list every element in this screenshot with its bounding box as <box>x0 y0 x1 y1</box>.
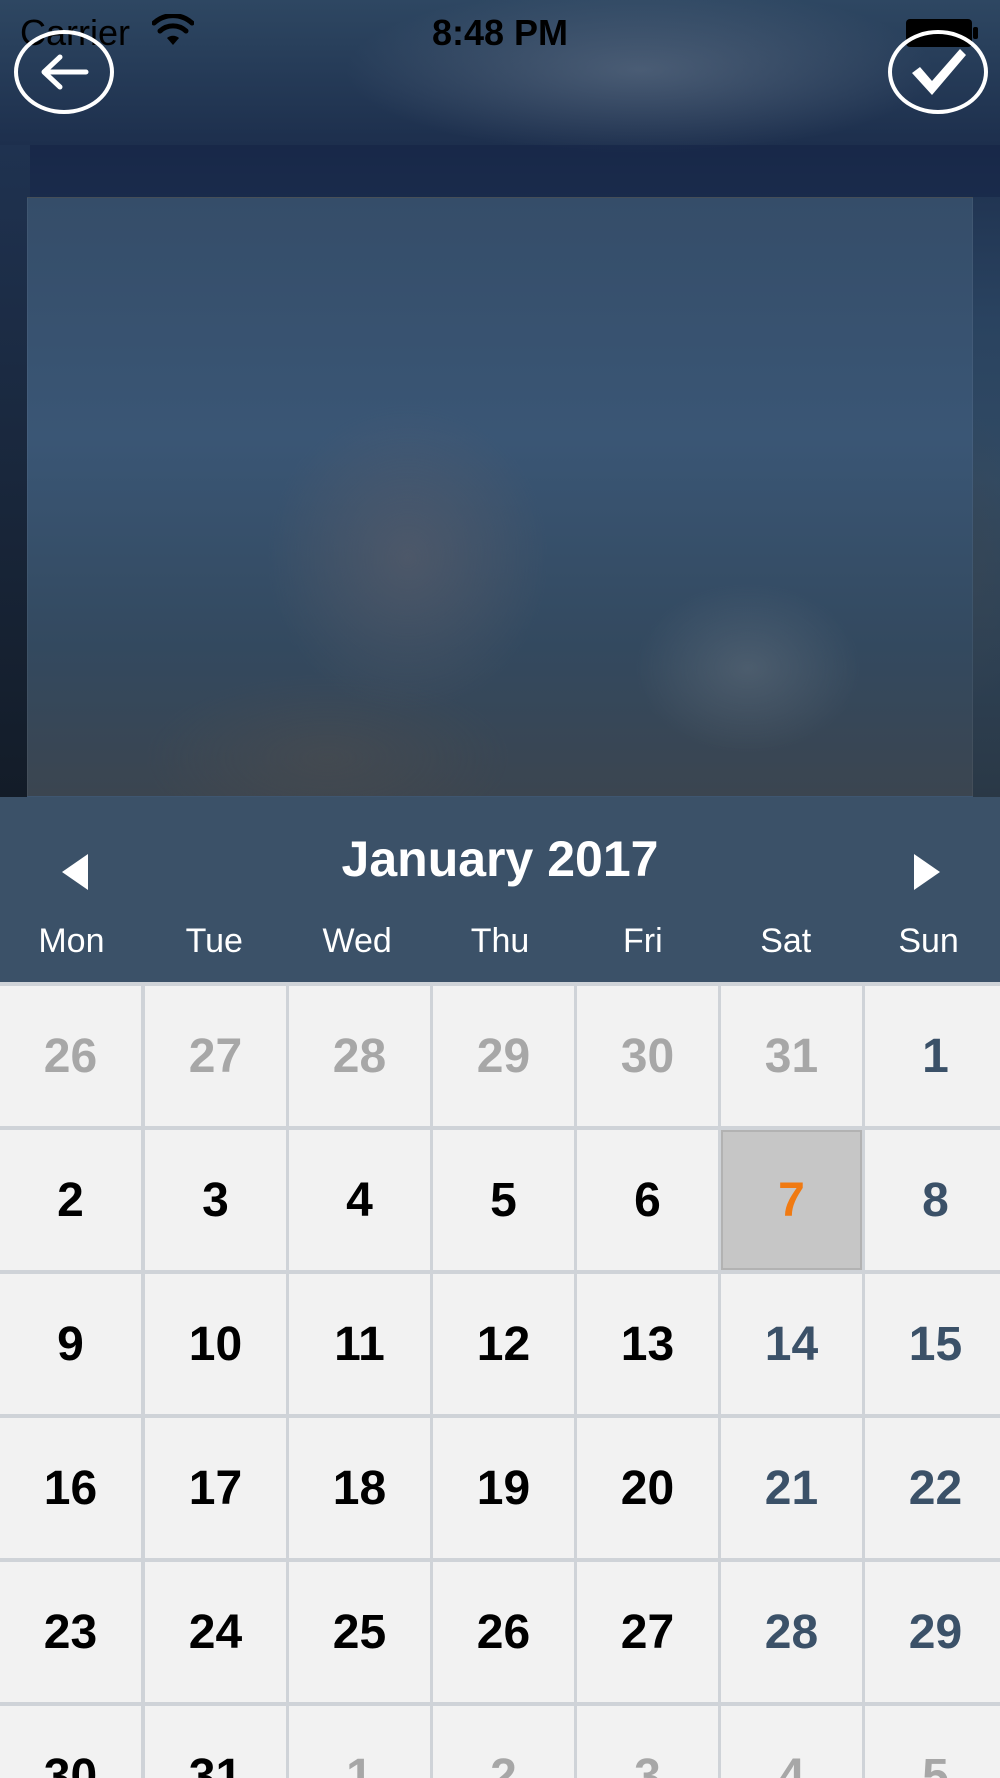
day-cell[interactable]: 25 <box>289 1562 430 1702</box>
background-shade <box>0 145 30 800</box>
month-title: January 2017 <box>341 831 659 887</box>
day-cell[interactable]: 9 <box>0 1274 141 1414</box>
background-band <box>0 145 1000 197</box>
weekday-label: Thu <box>470 922 530 960</box>
day-cell[interactable]: 26 <box>433 1562 574 1702</box>
day-cell[interactable]: 16 <box>0 1418 141 1558</box>
day-cell-today[interactable]: 7 <box>721 1130 862 1270</box>
day-cell[interactable]: 4 <box>721 1706 862 1778</box>
weekday-label: Fri <box>623 922 663 960</box>
day-cell[interactable]: 2 <box>433 1706 574 1778</box>
day-cell[interactable]: 3 <box>577 1706 718 1778</box>
checkmark-icon <box>912 49 966 95</box>
day-cell[interactable]: 27 <box>577 1562 718 1702</box>
day-cell[interactable]: 21 <box>721 1418 862 1558</box>
day-cell[interactable]: 2 <box>0 1130 141 1270</box>
next-month-button[interactable] <box>906 850 946 894</box>
day-cell[interactable]: 29 <box>433 986 574 1126</box>
day-cell[interactable]: 27 <box>145 986 286 1126</box>
day-cell[interactable]: 30 <box>577 986 718 1126</box>
day-cell[interactable]: 31 <box>721 986 862 1126</box>
day-cell[interactable]: 20 <box>577 1418 718 1558</box>
status-time: 8:48 PM <box>431 12 569 53</box>
weekday-label: Sun <box>898 922 959 960</box>
day-cell[interactable]: 3 <box>145 1130 286 1270</box>
day-cell[interactable]: 13 <box>577 1274 718 1414</box>
day-cell[interactable]: 6 <box>577 1130 718 1270</box>
day-cell[interactable]: 15 <box>865 1274 1000 1414</box>
status-bar: Carrier 8:48 PM <box>0 0 1000 70</box>
day-cell[interactable]: 5 <box>433 1130 574 1270</box>
day-cell[interactable]: 17 <box>145 1418 286 1558</box>
day-cell[interactable]: 19 <box>433 1418 574 1558</box>
day-cell[interactable]: 22 <box>865 1418 1000 1558</box>
day-cell[interactable]: 4 <box>289 1130 430 1270</box>
calendar-grid: 26 27 28 29 30 31 1 2 3 4 5 6 7 8 9 10 11 12 13 14 15 16 17 18 1… <box>0 982 1000 1778</box>
weekday-label: Mon <box>38 922 105 960</box>
back-arrow-icon <box>41 54 89 90</box>
back-button[interactable] <box>14 30 114 114</box>
day-cell[interactable]: 30 <box>0 1706 141 1778</box>
prev-month-button[interactable] <box>56 850 96 894</box>
day-cell[interactable]: 14 <box>721 1274 862 1414</box>
day-cell[interactable]: 26 <box>0 986 141 1126</box>
calendar-header: January 2017 Mon Tue Wed Thu Fri Sat Sun <box>0 797 1000 982</box>
day-cell[interactable]: 12 <box>433 1274 574 1414</box>
done-button[interactable] <box>888 30 988 114</box>
day-cell[interactable]: 28 <box>721 1562 862 1702</box>
day-cell[interactable]: 28 <box>289 986 430 1126</box>
triangle-right-icon <box>914 854 940 890</box>
day-cell[interactable]: 23 <box>0 1562 141 1702</box>
day-cell[interactable]: 24 <box>145 1562 286 1702</box>
weekday-label: Tue <box>185 922 243 960</box>
weekday-row: Mon Tue Wed Thu Fri Sat Sun <box>0 922 1000 972</box>
day-cell[interactable]: 1 <box>289 1706 430 1778</box>
triangle-left-icon <box>62 854 88 890</box>
day-cell[interactable]: 1 <box>865 986 1000 1126</box>
weekday-label: Wed <box>322 922 392 960</box>
day-cell[interactable]: 11 <box>289 1274 430 1414</box>
day-cell[interactable]: 5 <box>865 1706 1000 1778</box>
day-cell[interactable]: 29 <box>865 1562 1000 1702</box>
day-cell[interactable]: 8 <box>865 1130 1000 1270</box>
photo-frame <box>27 197 973 797</box>
day-cell[interactable]: 31 <box>145 1706 286 1778</box>
day-cell[interactable]: 10 <box>145 1274 286 1414</box>
day-cell[interactable]: 18 <box>289 1418 430 1558</box>
weekday-label: Sat <box>760 922 812 960</box>
